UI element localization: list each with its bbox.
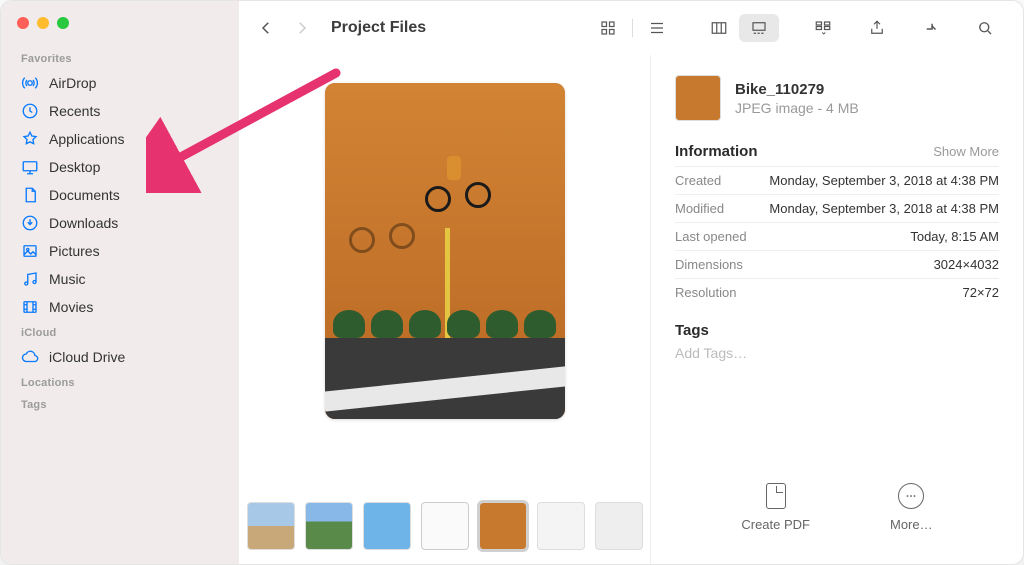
action-label: More… xyxy=(890,517,933,532)
sidebar-item-desktop[interactable]: Desktop xyxy=(1,153,239,181)
cloud-icon xyxy=(21,348,39,366)
sidebar-item-label: Desktop xyxy=(49,159,100,175)
window-title: Project Files xyxy=(331,19,426,37)
info-row-last-opened: Last opened Today, 8:15 AM xyxy=(675,222,999,250)
column-view-button[interactable] xyxy=(699,14,739,42)
minimize-window-button[interactable] xyxy=(37,17,49,29)
airdrop-icon xyxy=(21,74,39,92)
file-icon-thumbnail xyxy=(675,75,721,121)
thumbnail[interactable] xyxy=(247,502,295,550)
tags-heading: Tags xyxy=(675,322,999,339)
info-label: Last opened xyxy=(675,229,747,244)
info-value: Today, 8:15 AM xyxy=(910,229,999,244)
view-switcher-2 xyxy=(699,14,779,42)
desktop-icon xyxy=(21,158,39,176)
document-icon xyxy=(21,186,39,204)
sidebar-section-locations: Locations xyxy=(1,371,239,393)
content-area: Bike_110279 JPEG image - 4 MB Informatio… xyxy=(239,55,1023,564)
sidebar-item-documents[interactable]: Documents xyxy=(1,181,239,209)
icon-view-button[interactable] xyxy=(588,14,628,42)
list-view-button[interactable] xyxy=(637,14,677,42)
sidebar-item-airdrop[interactable]: AirDrop xyxy=(1,69,239,97)
info-label: Dimensions xyxy=(675,257,743,272)
share-button[interactable] xyxy=(857,14,897,42)
clock-icon xyxy=(21,102,39,120)
thumbnail[interactable] xyxy=(363,502,411,550)
sidebar-item-downloads[interactable]: Downloads xyxy=(1,209,239,237)
quick-actions: Create PDF More… xyxy=(675,455,999,550)
sidebar-item-label: Documents xyxy=(49,187,120,203)
info-value: 3024×4032 xyxy=(934,257,999,272)
more-actions[interactable]: More… xyxy=(890,483,933,532)
information-header: Information Show More xyxy=(675,143,999,160)
sidebar-item-label: Recents xyxy=(49,103,100,119)
sidebar-item-label: Downloads xyxy=(49,215,118,231)
gallery-view-button[interactable] xyxy=(739,14,779,42)
sidebar-item-icloud-drive[interactable]: iCloud Drive xyxy=(1,343,239,371)
info-row-dimensions: Dimensions 3024×4032 xyxy=(675,250,999,278)
close-window-button[interactable] xyxy=(17,17,29,29)
pictures-icon xyxy=(21,242,39,260)
document-icon xyxy=(766,483,786,509)
overflow-button[interactable] xyxy=(911,14,951,42)
info-row-modified: Modified Monday, September 3, 2018 at 4:… xyxy=(675,194,999,222)
music-icon xyxy=(21,270,39,288)
thumbnail-selected[interactable] xyxy=(479,502,527,550)
sidebar-item-label: Music xyxy=(49,271,86,287)
sidebar-item-music[interactable]: Music xyxy=(1,265,239,293)
file-name: Bike_110279 xyxy=(735,81,859,98)
download-icon xyxy=(21,214,39,232)
fullscreen-window-button[interactable] xyxy=(57,17,69,29)
movies-icon xyxy=(21,298,39,316)
sidebar-item-movies[interactable]: Movies xyxy=(1,293,239,321)
sidebar-item-recents[interactable]: Recents xyxy=(1,97,239,125)
info-label: Modified xyxy=(675,201,724,216)
add-tags-field[interactable]: Add Tags… xyxy=(675,345,999,361)
show-more-button[interactable]: Show More xyxy=(933,144,999,159)
file-type-size: JPEG image - 4 MB xyxy=(735,100,859,116)
info-value: 72×72 xyxy=(962,285,999,300)
sidebar-section-icloud: iCloud xyxy=(1,321,239,343)
sidebar-item-label: AirDrop xyxy=(49,75,96,91)
info-row-created: Created Monday, September 3, 2018 at 4:3… xyxy=(675,166,999,194)
info-value: Monday, September 3, 2018 at 4:38 PM xyxy=(769,173,999,188)
file-preview-image[interactable] xyxy=(325,83,565,419)
view-switcher xyxy=(588,14,677,42)
nav-buttons xyxy=(257,14,311,42)
finder-window: Favorites AirDrop Recents Applications D… xyxy=(0,0,1024,565)
sidebar-item-label: Movies xyxy=(49,299,93,315)
sidebar-item-pictures[interactable]: Pictures xyxy=(1,237,239,265)
info-label: Resolution xyxy=(675,285,736,300)
ellipsis-icon xyxy=(898,483,924,509)
details-pane: Bike_110279 JPEG image - 4 MB Informatio… xyxy=(651,55,1023,564)
info-label: Created xyxy=(675,173,721,188)
sidebar-item-label: Applications xyxy=(49,131,125,147)
thumbnail[interactable] xyxy=(595,502,643,550)
information-heading: Information xyxy=(675,143,758,160)
forward-button[interactable] xyxy=(293,14,311,42)
window-controls xyxy=(1,13,239,47)
sidebar-item-label: iCloud Drive xyxy=(49,349,125,365)
thumbnail-strip xyxy=(247,490,643,564)
toolbar: Project Files xyxy=(239,1,1023,55)
file-header: Bike_110279 JPEG image - 4 MB xyxy=(675,75,999,121)
info-row-resolution: Resolution 72×72 xyxy=(675,278,999,306)
sidebar: Favorites AirDrop Recents Applications D… xyxy=(1,1,239,564)
create-pdf-action[interactable]: Create PDF xyxy=(741,483,810,532)
sidebar-item-applications[interactable]: Applications xyxy=(1,125,239,153)
sidebar-section-favorites: Favorites xyxy=(1,47,239,69)
info-value: Monday, September 3, 2018 at 4:38 PM xyxy=(769,201,999,216)
thumbnail[interactable] xyxy=(537,502,585,550)
applications-icon xyxy=(21,130,39,148)
main-area: Project Files xyxy=(239,1,1023,564)
search-button[interactable] xyxy=(965,14,1005,42)
sidebar-section-tags: Tags xyxy=(1,393,239,415)
action-label: Create PDF xyxy=(741,517,810,532)
thumbnail[interactable] xyxy=(305,502,353,550)
back-button[interactable] xyxy=(257,14,275,42)
group-by-button[interactable] xyxy=(803,14,843,42)
preview-pane xyxy=(239,55,651,564)
sidebar-item-label: Pictures xyxy=(49,243,100,259)
thumbnail[interactable] xyxy=(421,502,469,550)
